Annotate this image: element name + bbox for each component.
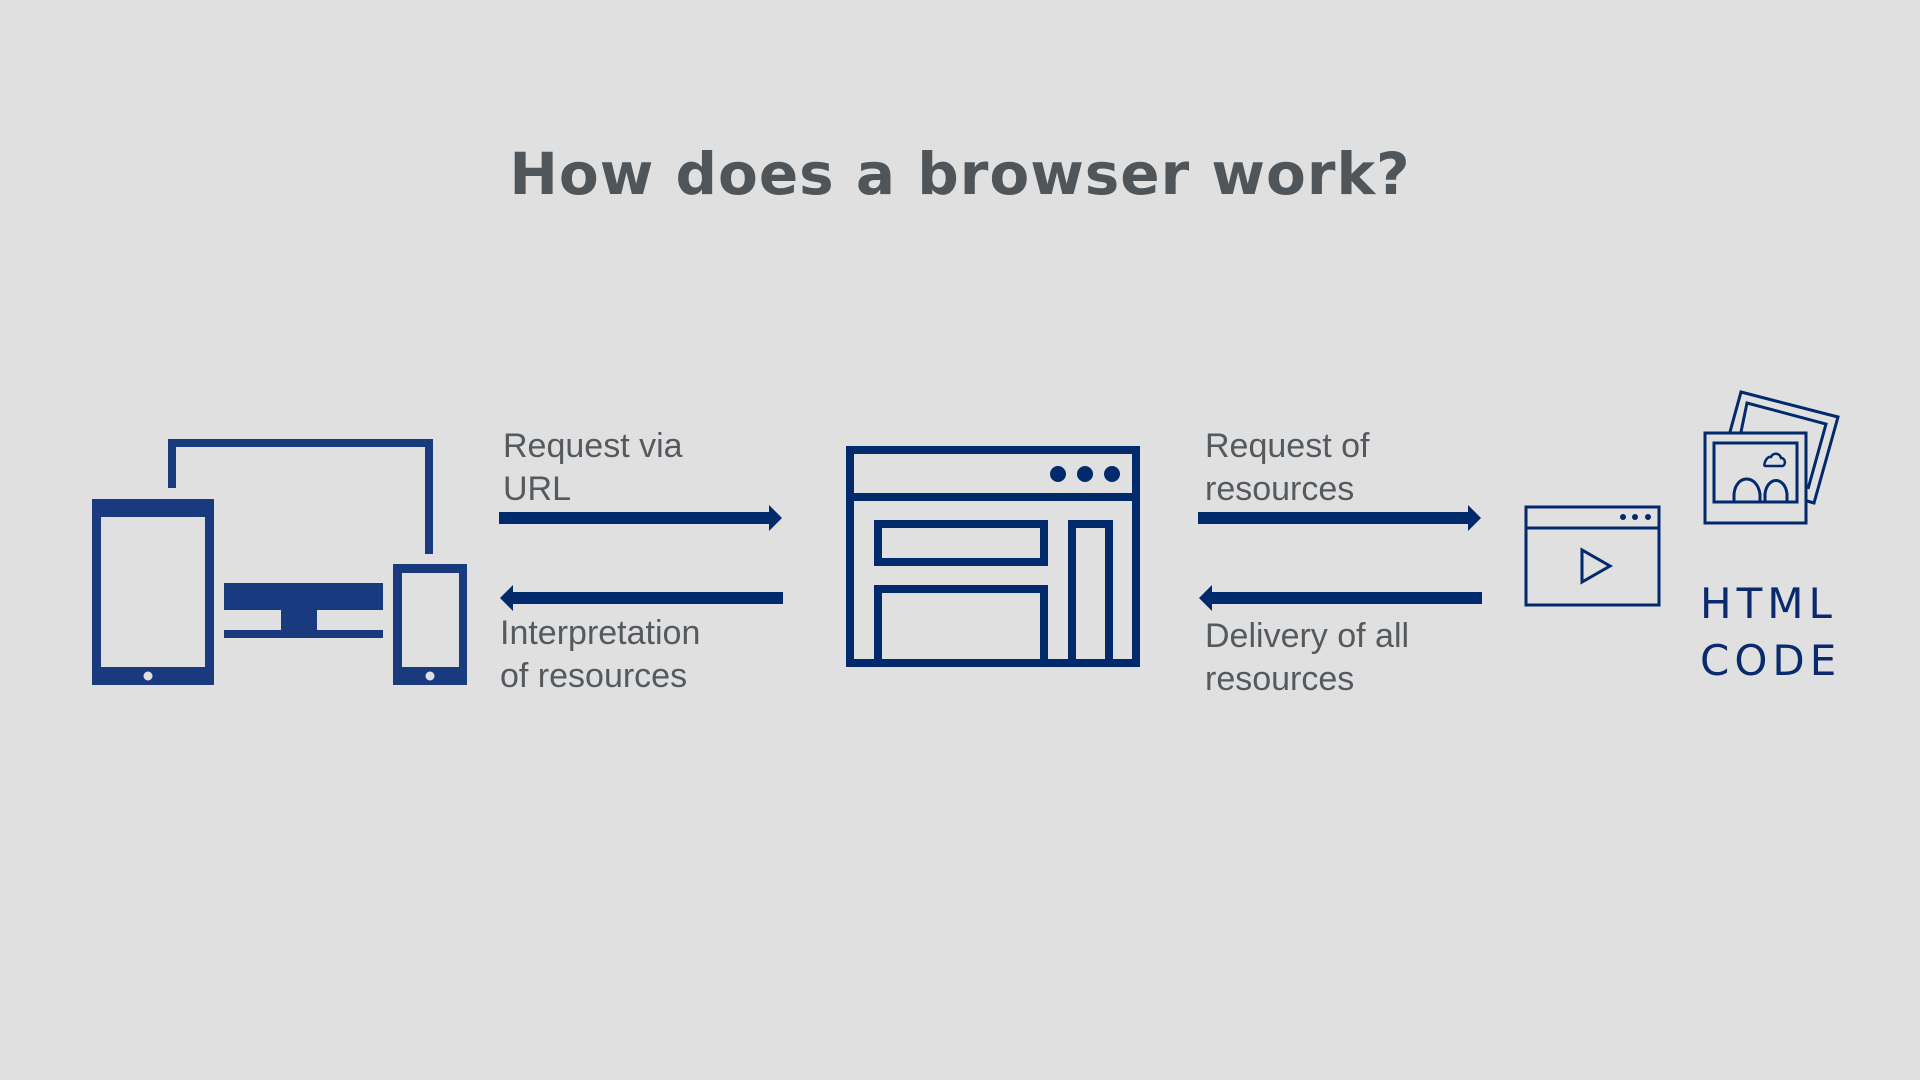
html-code-line: HTML [1700, 579, 1837, 628]
html-code-label: HTML CODE [1700, 575, 1841, 689]
label-request-resources: Request of resources [1205, 425, 1369, 511]
label-delivery: Delivery of all resources [1205, 615, 1409, 701]
play-icon [1580, 547, 1614, 585]
label-line: Delivery of all [1205, 617, 1410, 655]
arrow-delivery [1199, 585, 1482, 611]
label-line: resources [1205, 660, 1355, 698]
desktop-stand-icon [224, 583, 383, 638]
label-line: Request via [503, 427, 683, 465]
label-line: Request of [1205, 427, 1370, 465]
label-request-url: Request via URL [503, 425, 683, 511]
devices-icon [92, 439, 467, 685]
images-icon [1703, 390, 1840, 525]
diagram-canvas [92, 390, 1840, 685]
html-code-line: CODE [1700, 636, 1842, 685]
label-line: URL [503, 470, 572, 508]
label-line: resources [1205, 470, 1355, 508]
cloud-icon [1763, 452, 1787, 468]
arrow-interpretation [500, 585, 783, 611]
tablet-icon [92, 499, 214, 685]
label-line: of resources [500, 657, 688, 695]
label-line: Interpretation [500, 614, 701, 652]
video-window-icon [1524, 505, 1661, 607]
phone-icon [393, 564, 467, 685]
browser-window-icon [846, 446, 1140, 667]
label-interpretation: Interpretation of resources [500, 612, 700, 698]
